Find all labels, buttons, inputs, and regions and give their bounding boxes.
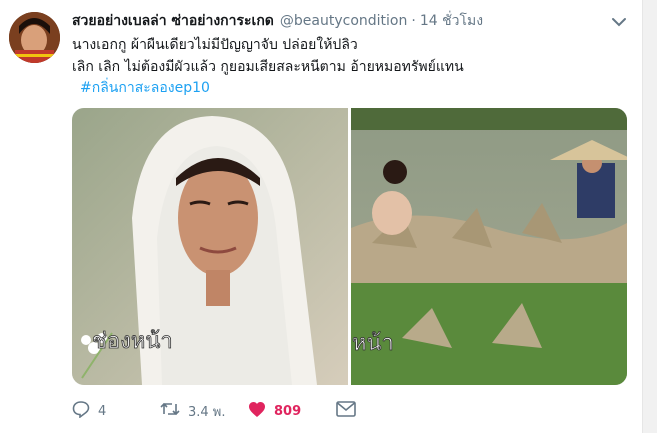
left-video-frame: ช่องหน้า: [72, 108, 348, 385]
tweet-media[interactable]: ช่องหน้า หน้า: [72, 108, 627, 385]
reply-icon: [72, 400, 90, 422]
direct-message-button[interactable]: [336, 401, 356, 421]
author-name[interactable]: สวยอย่างเบลล่า ซ่าอย่างการะเกด: [72, 10, 274, 32]
like-button[interactable]: 809: [248, 401, 336, 422]
tweet-actions: 4 3.4 พ. 809: [72, 400, 356, 422]
reply-count: 4: [98, 403, 107, 419]
reply-button[interactable]: 4: [72, 400, 160, 422]
left-caption: ช่องหน้า: [92, 329, 173, 354]
right-video-frame: หน้า: [351, 108, 627, 385]
retweet-count: 3.4 พ.: [188, 404, 226, 420]
separator-dot: ·: [411, 13, 416, 29]
scrollbar[interactable]: [642, 0, 657, 433]
hashtag-link[interactable]: #กลิ่นกาสะลองep10: [80, 77, 210, 99]
retweet-icon: [160, 400, 180, 422]
tweet-text-line-2: เลิก เลิก ไม่ต้องมีผัวแล้ว กูยอมเสียสละห…: [72, 59, 464, 75]
like-count: 809: [274, 403, 302, 419]
caret-down-icon[interactable]: [609, 12, 629, 32]
retweet-button[interactable]: 3.4 พ.: [160, 400, 248, 422]
author-handle[interactable]: @beautycondition: [280, 13, 407, 29]
right-caption: หน้า: [352, 331, 394, 356]
heart-icon: [248, 401, 266, 422]
tweet-text-line-1: นางเอกกู ผ้าผืนเดียวไม่มีปัญญาจับ ปล่อยใ…: [72, 37, 358, 53]
message-icon: [336, 401, 356, 421]
tweet[interactable]: สวยอย่างเบลล่า ซ่าอย่างการะเกด @beautyco…: [0, 0, 643, 433]
tweet-header: สวยอย่างเบลล่า ซ่าอย่างการะเกด @beautyco…: [72, 10, 483, 32]
tweet-timestamp[interactable]: 14 ชั่วโมง: [420, 10, 483, 32]
avatar[interactable]: [9, 12, 60, 63]
